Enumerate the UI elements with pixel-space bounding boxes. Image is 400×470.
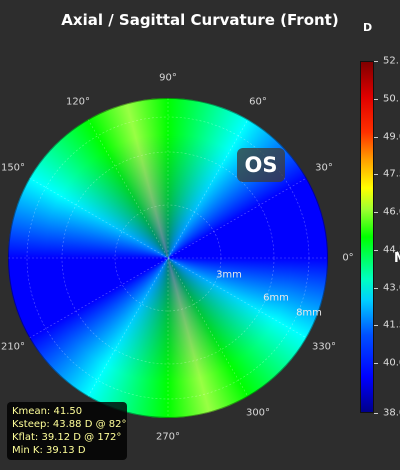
curvature-map[interactable] bbox=[8, 98, 328, 418]
polar-grid bbox=[8, 98, 328, 418]
colorbar-label: 52. bbox=[383, 55, 399, 67]
angle-label-300: 300° bbox=[245, 407, 271, 419]
stat-ksteep: Ksteep: 43.88 D @ 82° bbox=[12, 419, 127, 430]
angle-label-30: 30° bbox=[315, 162, 333, 174]
colorbar-tick bbox=[374, 325, 378, 326]
keratometry-stats: Kmean: 41.50 Ksteep: 43.88 D @ 82° Kflat… bbox=[7, 402, 127, 460]
colorbar-tick bbox=[374, 250, 378, 251]
eye-badge: OS bbox=[237, 148, 285, 182]
colorbar-label: 38.0 bbox=[383, 407, 400, 419]
colorbar-tick bbox=[374, 363, 378, 364]
angle-label-210: 210° bbox=[0, 341, 26, 353]
colorbar-label: 41.5 bbox=[383, 319, 400, 331]
colorbar-tick bbox=[374, 413, 378, 414]
colorbar-label: 47.5 bbox=[383, 168, 400, 180]
colorbar-tick bbox=[374, 61, 378, 62]
angle-label-270: 270° bbox=[155, 431, 181, 443]
angle-label-330: 330° bbox=[311, 341, 337, 353]
stat-kflat: Kflat: 39.12 D @ 172° bbox=[12, 432, 122, 443]
colorbar-tick bbox=[374, 288, 378, 289]
colorbar-label: 50. bbox=[383, 93, 399, 105]
colorbar-label: 46.0 bbox=[383, 206, 400, 218]
angle-label-150: 150° bbox=[0, 162, 26, 174]
colorbar-tick bbox=[374, 174, 378, 175]
stat-min-k: Min K: 39.13 D bbox=[12, 445, 86, 456]
angle-label-60: 60° bbox=[249, 96, 267, 108]
colorbar-label: 40.0 bbox=[383, 357, 400, 369]
colorbar-label: 49.0 bbox=[383, 131, 400, 143]
angle-label-120: 120° bbox=[65, 96, 91, 108]
colorbar-tick bbox=[374, 137, 378, 138]
stat-kmean: Kmean: 41.50 bbox=[12, 406, 83, 417]
colorbar-label: 43.0 bbox=[383, 282, 400, 294]
colorbar bbox=[360, 61, 374, 413]
ring-label-3mm: 3mm bbox=[216, 269, 242, 281]
map-title: Axial / Sagittal Curvature (Front) bbox=[61, 11, 339, 29]
ring-label-6mm: 6mm bbox=[263, 292, 289, 304]
topography-view: Axial / Sagittal Curvature (Front) 90° 6… bbox=[0, 0, 400, 470]
angle-label-90: 90° bbox=[159, 72, 177, 84]
ring-label-8mm: 8mm bbox=[296, 307, 322, 319]
colorbar-tick bbox=[374, 99, 378, 100]
colorbar-tick bbox=[374, 212, 378, 213]
angle-label-0: 0° bbox=[342, 252, 354, 264]
colorbar-unit: D bbox=[363, 21, 373, 34]
colorbar-marker: M bbox=[394, 251, 400, 266]
